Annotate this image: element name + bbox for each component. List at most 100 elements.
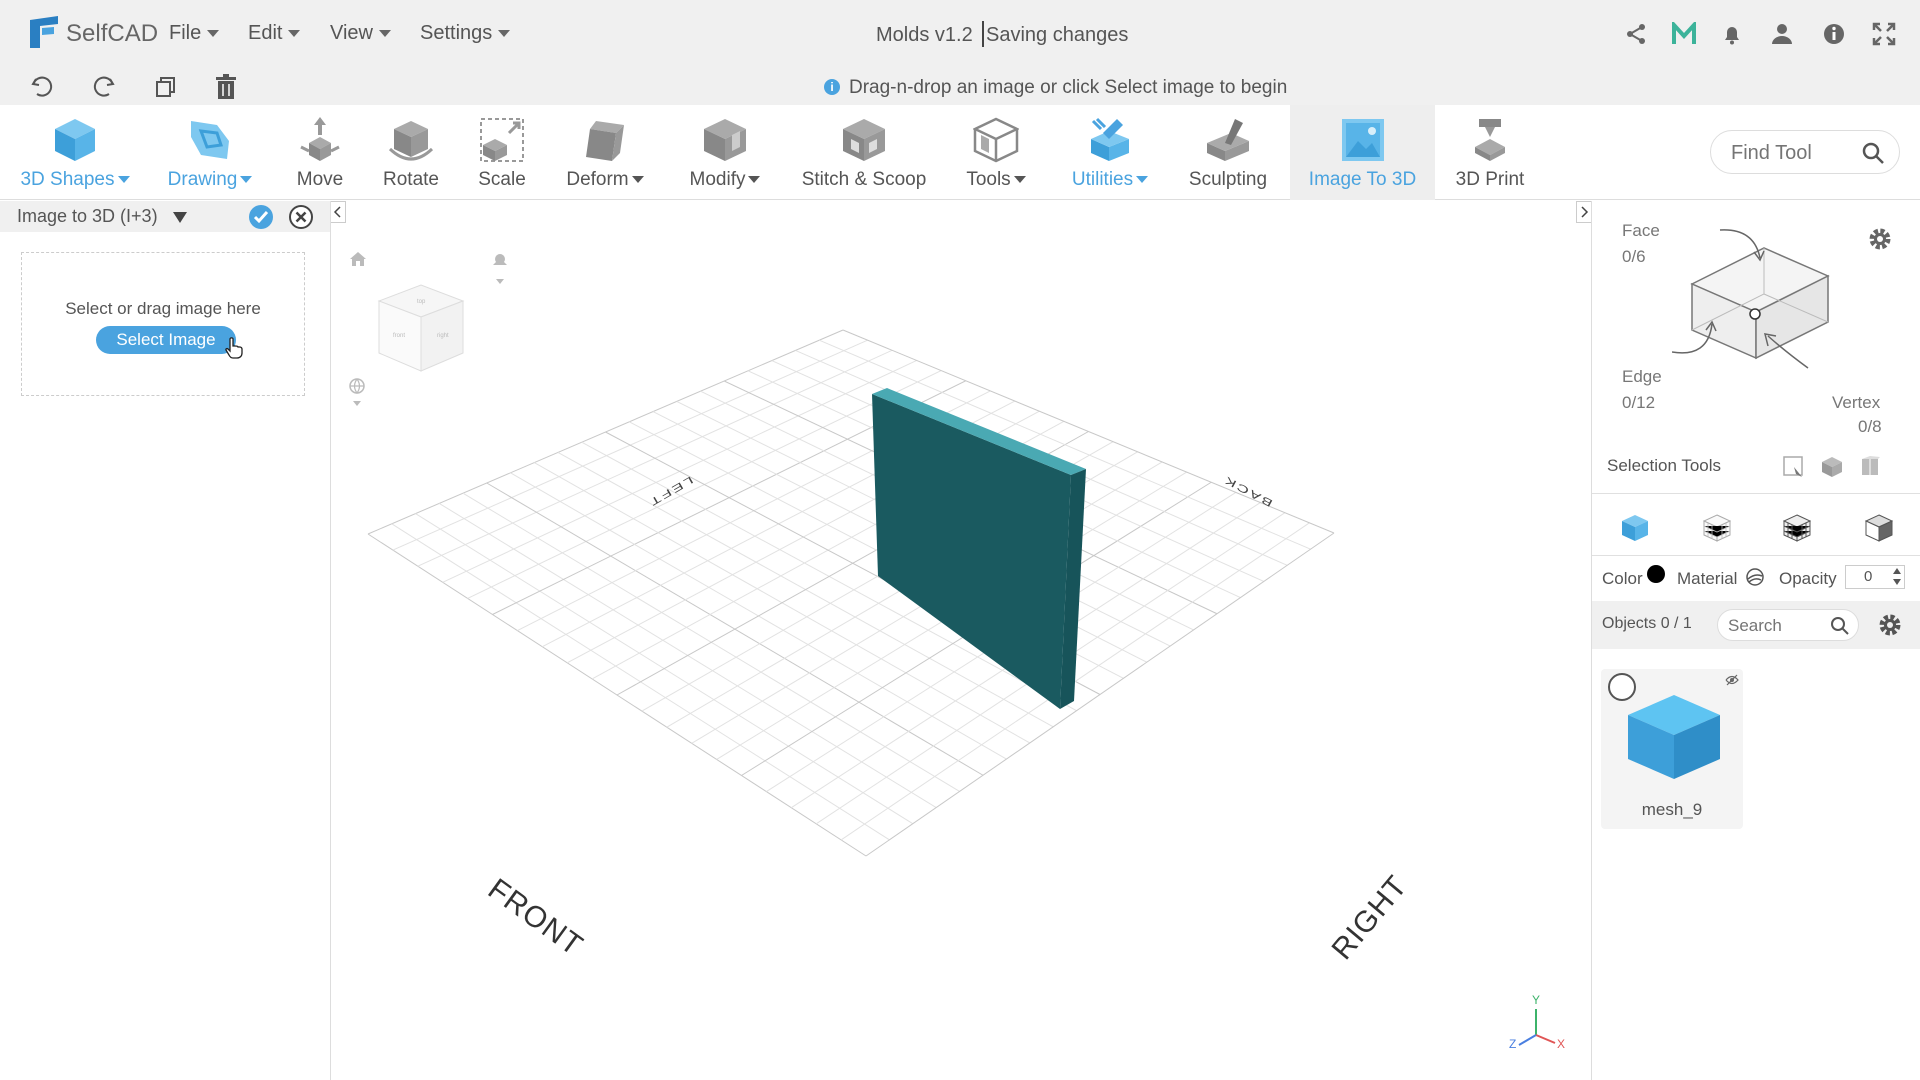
move-icon [297, 117, 343, 168]
tool-3d-shapes[interactable]: 3D Shapes [10, 105, 140, 200]
tool-image-to-3d[interactable]: Image To 3D [1290, 105, 1435, 200]
menu-view-label: View [330, 22, 373, 44]
color-swatch[interactable] [1647, 565, 1665, 583]
panel-title-text: Image to 3D (I+3) [17, 206, 158, 226]
chevron-down-icon [379, 30, 391, 38]
opacity-label: Opacity [1779, 569, 1837, 588]
tool-modify[interactable]: Modify [675, 105, 775, 200]
tool-drawing[interactable]: Drawing [150, 105, 270, 200]
undo-icon[interactable] [30, 75, 54, 104]
objects-bar: Objects 0 / 1 [1592, 601, 1920, 649]
visibility-off-icon[interactable] [1725, 673, 1739, 691]
axis-x-label: X [1557, 1037, 1566, 1051]
tool-label-text: 3D Shapes [20, 169, 115, 190]
gear-icon[interactable] [1867, 226, 1893, 257]
menu-edit[interactable]: Edit [248, 22, 301, 45]
close-icon[interactable] [289, 205, 313, 234]
redo-icon[interactable] [92, 75, 116, 104]
face-count: 0/6 [1622, 247, 1646, 266]
vertex-count: 0/8 [1858, 417, 1882, 436]
objects-search-box[interactable] [1717, 609, 1859, 641]
gear-icon[interactable] [1877, 612, 1903, 643]
menu-file[interactable]: File [169, 22, 220, 45]
material-icon[interactable] [1745, 567, 1765, 592]
tool-3d-print[interactable]: 3D Print [1445, 105, 1535, 200]
tool-scale[interactable]: Scale [462, 105, 542, 200]
tool-utilities-label: Utilities [1058, 169, 1162, 191]
tool-label-text: Tools [966, 169, 1011, 190]
chevron-down-icon [748, 176, 761, 184]
tool-label-text: Modify [689, 169, 746, 190]
myminifactory-icon[interactable] [1672, 19, 1696, 51]
panel-title[interactable]: Image to 3D (I+3) [17, 206, 187, 227]
wall-front-face [872, 394, 1071, 709]
axis-y-label: Y [1532, 993, 1541, 1007]
decrement-icon[interactable] [1893, 579, 1901, 585]
vertex-mode-icon[interactable] [1702, 513, 1732, 548]
object-card-mesh[interactable]: mesh_9 [1601, 669, 1743, 829]
menu-file-label: File [169, 22, 202, 44]
copy-icon[interactable] [154, 75, 178, 104]
opacity-stepper[interactable]: 0 [1845, 565, 1905, 589]
stitch-scoop-icon [841, 117, 887, 168]
share-icon[interactable] [1624, 22, 1648, 51]
title-divider [982, 21, 984, 47]
scene-canvas[interactable] [331, 201, 1591, 1080]
dropdown-arrow-icon [172, 211, 187, 223]
wall-object[interactable] [872, 388, 1086, 709]
object-mode-icon[interactable] [1620, 513, 1650, 548]
selection-diagram[interactable] [1671, 226, 1862, 411]
select-box-icon[interactable] [1820, 455, 1844, 484]
chevron-down-icon [240, 176, 253, 184]
user-icon[interactable] [1770, 22, 1794, 51]
chevron-down-icon [117, 176, 130, 184]
tool-label-text: Drawing [167, 169, 238, 190]
find-tool-box[interactable] [1710, 130, 1900, 174]
tool-rotate[interactable]: Rotate [370, 105, 452, 200]
image-to-3d-icon [1340, 117, 1386, 168]
tool-sculpting[interactable]: Sculpting [1178, 105, 1278, 200]
trash-icon[interactable] [214, 74, 238, 105]
image-drop-zone[interactable]: Select or drag image here Select Image [21, 252, 305, 396]
bell-icon[interactable] [1720, 22, 1744, 51]
tool-deform-label: Deform [552, 169, 658, 191]
menu-view[interactable]: View [330, 22, 391, 45]
opacity-value[interactable]: 0 [1864, 568, 1872, 585]
menu-settings[interactable]: Settings [420, 22, 511, 45]
tool-drawing-label: Drawing [150, 169, 270, 191]
select-object-icon[interactable] [1858, 455, 1882, 484]
sculpting-icon [1205, 117, 1251, 168]
objects-search-input[interactable] [1728, 616, 1818, 636]
tool-tools[interactable]: Tools [950, 105, 1042, 200]
tool-utilities[interactable]: Utilities [1058, 105, 1162, 200]
tool-stitch-scoop-label: Stitch & Scoop [801, 169, 927, 190]
info-icon[interactable] [1822, 22, 1846, 51]
find-tool-input[interactable] [1731, 141, 1851, 165]
increment-icon[interactable] [1893, 568, 1901, 574]
chevron-down-icon [1013, 176, 1026, 184]
axis-gizmo: Y X Z [1501, 993, 1571, 1057]
select-image-button[interactable]: Select Image [96, 326, 236, 354]
cube-icon [52, 117, 98, 168]
3d-viewport[interactable]: top front right LEFT BACK FRONT RIGHT Y … [331, 201, 1591, 1080]
scale-icon [479, 117, 525, 168]
selfcad-logo-icon[interactable] [28, 14, 62, 55]
tool-move[interactable]: Move [280, 105, 360, 200]
chevron-down-icon [1136, 176, 1149, 184]
deform-icon [582, 117, 628, 168]
material-label: Material [1677, 569, 1738, 588]
search-icon[interactable] [1830, 616, 1850, 641]
confirm-icon[interactable] [249, 205, 273, 234]
project-name[interactable]: Molds v1.2 [876, 24, 973, 47]
tool-stitch-scoop[interactable]: Stitch & Scoop [794, 105, 934, 200]
face-mode-icon[interactable] [1864, 513, 1894, 548]
chevron-down-icon [631, 176, 644, 184]
tool-deform[interactable]: Deform [552, 105, 658, 200]
search-icon[interactable] [1861, 141, 1885, 170]
tool-scale-label: Scale [478, 169, 526, 190]
select-cursor-icon[interactable] [1782, 455, 1806, 484]
tool-label-text: Utilities [1071, 169, 1134, 190]
fullscreen-icon[interactable] [1872, 22, 1896, 51]
edge-mode-icon[interactable] [1782, 513, 1812, 548]
tool-image-to-3d-label: Image To 3D [1308, 169, 1417, 190]
